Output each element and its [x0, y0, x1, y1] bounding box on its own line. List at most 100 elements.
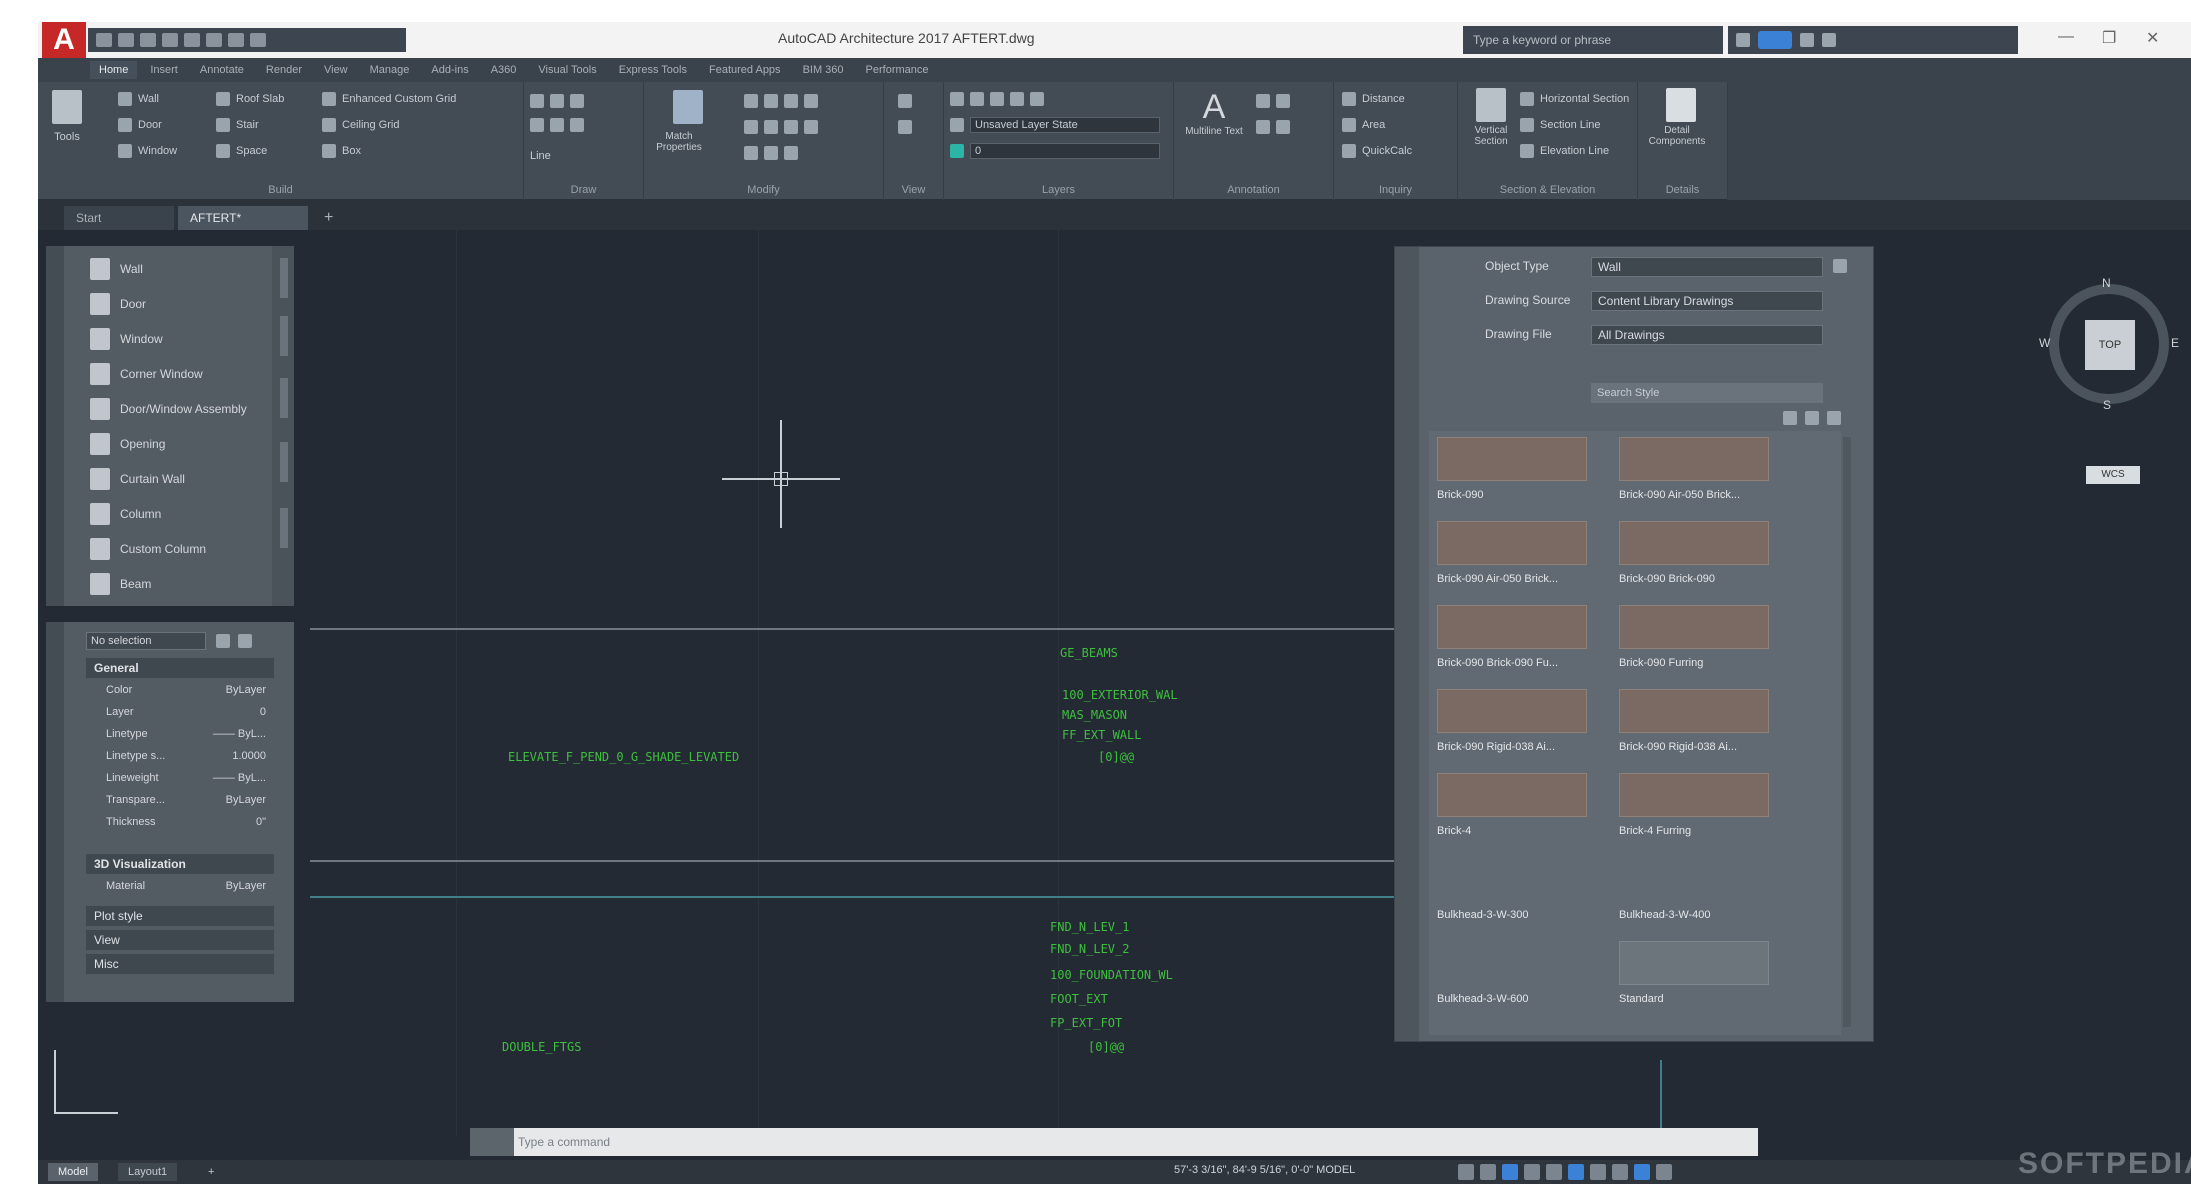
style-thumbnail[interactable]	[1437, 689, 1587, 733]
tools-icon[interactable]	[52, 90, 82, 124]
tab-express-tools[interactable]: Express Tools	[610, 61, 696, 79]
tab-model[interactable]: Model	[48, 1163, 98, 1181]
vertical-section-tool[interactable]: Vertical Section	[1464, 88, 1518, 147]
style-name[interactable]: Brick-090 Furring	[1619, 657, 1703, 669]
hardware-acceleration-icon[interactable]	[1634, 1164, 1650, 1180]
drawing-canvas[interactable]: GE_BEAMS 100_EXTERIOR_WAL MAS_MASON FF_E…	[38, 230, 2191, 1136]
palette-tab-visibility[interactable]	[280, 508, 288, 548]
enhanced-custom-grid-tool[interactable]: Enhanced Custom Grid	[322, 90, 456, 108]
selection-dropdown[interactable]: No selection	[86, 632, 206, 650]
palette-tab-detailing[interactable]	[280, 442, 288, 482]
tab-layout1[interactable]: Layout1	[118, 1163, 178, 1181]
properties-title-strip[interactable]	[46, 622, 64, 1002]
palette-tool-curtain-wall[interactable]: Curtain Wall	[90, 468, 185, 490]
multiline-text-tool[interactable]: A Multiline Text	[1184, 88, 1244, 137]
help-search-input[interactable]: Type a keyword or phrase	[1463, 26, 1723, 54]
box-tool[interactable]: Box	[322, 142, 361, 160]
style-name[interactable]: Brick-4 Furring	[1619, 825, 1691, 837]
palette-tab-design[interactable]	[280, 258, 288, 298]
layer-off-icon[interactable]	[990, 92, 1004, 106]
compass-east[interactable]: E	[2171, 336, 2179, 350]
palette-tool-window[interactable]: Window	[90, 328, 163, 350]
palette-tab-tags[interactable]	[280, 316, 288, 356]
style-name[interactable]: Brick-090 Air-050 Brick...	[1619, 489, 1740, 501]
browse-icon[interactable]	[1833, 259, 1847, 273]
tab-visual-tools[interactable]: Visual Tools	[529, 61, 605, 79]
style-thumbnail[interactable]	[1619, 437, 1769, 481]
area-tool[interactable]: Area	[1342, 116, 1385, 134]
isolate-objects-icon[interactable]	[1612, 1164, 1628, 1180]
style-thumbnail[interactable]	[1619, 521, 1769, 565]
tab-a360[interactable]: A360	[482, 61, 526, 79]
plot-icon[interactable]	[184, 33, 200, 47]
select-objects-icon[interactable]	[238, 634, 252, 648]
palette-title-strip[interactable]	[46, 246, 64, 606]
add-layout-button[interactable]: +	[198, 1163, 224, 1181]
view-section-header[interactable]: View	[86, 930, 274, 950]
workspace-icon[interactable]	[1590, 1164, 1606, 1180]
style-browser-title-strip[interactable]	[1395, 247, 1419, 1041]
tab-render[interactable]: Render	[257, 61, 311, 79]
property-row[interactable]: Thickness 0"	[106, 816, 266, 828]
palette-tool-corner-window[interactable]: Corner Window	[90, 363, 203, 385]
quickcalc-tool[interactable]: QuickCalc	[1342, 142, 1412, 160]
circle-icon[interactable]	[530, 118, 544, 132]
roof-slab-tool[interactable]: Roof Slab	[216, 90, 284, 108]
layer-freeze-icon[interactable]	[1010, 92, 1024, 106]
palette-tool-door[interactable]: Door	[90, 293, 146, 315]
detail-components-tool[interactable]: Detail Components	[1649, 88, 1712, 147]
ceiling-grid-tool[interactable]: Ceiling Grid	[322, 116, 399, 134]
erase-icon[interactable]	[804, 120, 818, 134]
palette-tool-wall[interactable]: Wall	[90, 258, 143, 280]
command-line-input[interactable]: Type a command	[470, 1128, 1758, 1156]
layer-state-dropdown[interactable]: Unsaved Layer State	[970, 117, 1160, 133]
sign-in-area[interactable]	[1728, 26, 2018, 54]
rotate-icon[interactable]	[784, 94, 798, 108]
drawing-source-dropdown[interactable]: Content Library Drawings	[1591, 291, 1823, 311]
minimize-icon[interactable]: —	[2058, 28, 2074, 46]
view-mode-icon[interactable]	[1783, 411, 1797, 425]
style-thumbnail[interactable]	[1619, 941, 1769, 985]
object-type-dropdown[interactable]: Wall	[1591, 257, 1823, 277]
a360-button[interactable]	[1758, 31, 1792, 49]
stair-tool[interactable]: Stair	[216, 116, 259, 134]
isolate-icon[interactable]	[898, 94, 912, 108]
maximize-icon[interactable]: ❐	[2102, 28, 2116, 48]
palette-tool-door-window-assembly[interactable]: Door/Window Assembly	[90, 398, 247, 420]
trim-icon[interactable]	[744, 120, 758, 134]
material-row[interactable]: Material ByLayer	[106, 880, 266, 892]
mirror-icon[interactable]	[804, 94, 818, 108]
move-icon[interactable]	[744, 94, 758, 108]
tab-home[interactable]: Home	[90, 61, 138, 79]
palette-tool-beam[interactable]: Beam	[90, 573, 151, 595]
layer-dropdown[interactable]: 0	[970, 143, 1160, 159]
style-thumbnail[interactable]	[1619, 689, 1769, 733]
property-row[interactable]: Linetype —— ByL...	[106, 728, 266, 740]
wcs-menu[interactable]: WCS	[2086, 466, 2140, 484]
tab-view[interactable]: View	[315, 61, 357, 79]
copy-icon[interactable]	[764, 94, 778, 108]
style-name[interactable]: Standard	[1619, 993, 1664, 1005]
door-tool[interactable]: Door	[118, 116, 162, 134]
style-thumbnail[interactable]	[1437, 773, 1587, 817]
exchange-icon[interactable]	[1800, 33, 1814, 47]
leader-icon[interactable]	[1276, 94, 1290, 108]
palette-tool-column[interactable]: Column	[90, 503, 161, 525]
dimension-icon[interactable]	[1256, 94, 1270, 108]
section-line-tool[interactable]: Section Line	[1520, 116, 1601, 134]
style-name[interactable]: Brick-090 Brick-090	[1619, 573, 1715, 585]
style-name[interactable]: Bulkhead-3-W-300	[1437, 909, 1529, 921]
quick-select-icon[interactable]	[216, 634, 230, 648]
customize-icon[interactable]	[1656, 1164, 1672, 1180]
wall-tool[interactable]: Wall	[118, 90, 159, 108]
save-icon[interactable]	[140, 33, 156, 47]
help-icon[interactable]	[1822, 33, 1836, 47]
match-properties-tool[interactable]: Match Properties	[656, 90, 714, 153]
window-tool[interactable]: Window	[118, 142, 177, 160]
style-thumbnail[interactable]	[1437, 521, 1587, 565]
fillet-icon[interactable]	[764, 120, 778, 134]
general-section-header[interactable]: General	[86, 658, 274, 678]
viewcube-top-face[interactable]: TOP	[2085, 320, 2135, 370]
layer-properties-icon[interactable]	[950, 92, 964, 106]
arc-icon[interactable]	[570, 94, 584, 108]
